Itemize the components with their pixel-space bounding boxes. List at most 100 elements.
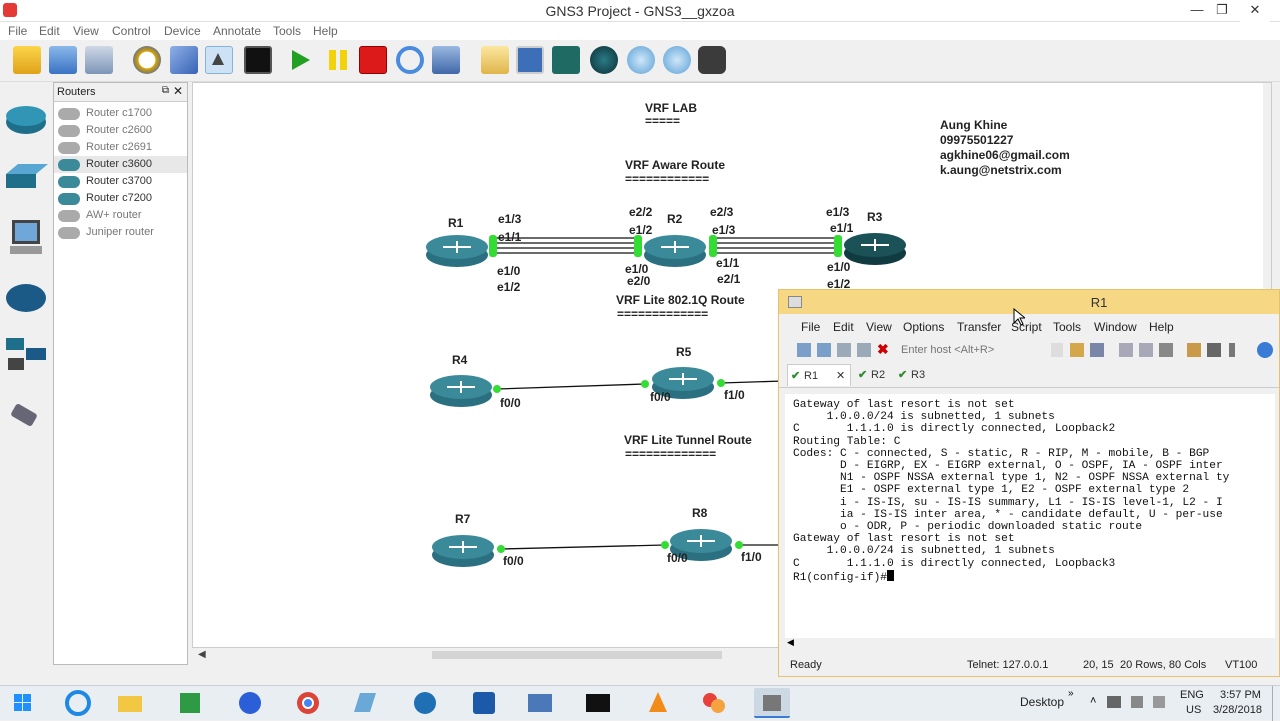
connect-tab-icon[interactable]	[837, 343, 851, 357]
language-label[interactable]: ENG	[1180, 689, 1204, 701]
gns3-task-icon[interactable]	[522, 688, 558, 718]
terminal-menu-options[interactable]: Options	[903, 320, 944, 334]
screenshot-icon[interactable]	[698, 46, 726, 74]
select-tool-icon[interactable]	[205, 46, 233, 74]
menu-tools[interactable]: Tools	[273, 24, 301, 38]
securecrt-task-icon[interactable]	[407, 688, 443, 718]
pause-icon[interactable]	[324, 46, 352, 74]
menu-control[interactable]: Control	[112, 24, 151, 38]
add-note-icon[interactable]	[481, 46, 509, 74]
terminal-horizontal-scrollbar[interactable]: ◀	[785, 637, 1275, 650]
menu-view[interactable]: View	[73, 24, 99, 38]
router-item-c3600[interactable]: Router c3600	[54, 156, 187, 173]
router-item-aw-plus[interactable]: AW+ router	[54, 207, 187, 224]
find-icon[interactable]	[1090, 343, 1104, 357]
quick-connect-icon[interactable]	[817, 343, 831, 357]
zoom-in-icon[interactable]	[627, 46, 655, 74]
menu-annotate[interactable]: Annotate	[213, 24, 261, 38]
terminal-screen[interactable]: Gateway of last resort is not set 1.0.0.…	[785, 394, 1275, 641]
reconnect-icon[interactable]	[857, 343, 871, 357]
clock-time[interactable]: 3:57 PM	[1220, 689, 1261, 701]
terminal-menu-view[interactable]: View	[866, 320, 892, 334]
canvas-horizontal-scrollbar[interactable]: ◀	[192, 648, 777, 662]
tab-r2[interactable]: ✔ R2	[855, 364, 893, 386]
end-devices-category-icon[interactable]	[4, 218, 48, 256]
disconnect-icon[interactable]: ✖	[877, 342, 892, 357]
connect-icon[interactable]	[797, 343, 811, 357]
router-r2-icon[interactable]	[643, 231, 707, 269]
router-r1-icon[interactable]	[425, 231, 489, 269]
security-devices-category-icon[interactable]	[4, 278, 48, 316]
menu-device[interactable]: Device	[164, 24, 201, 38]
maximize-button[interactable]: ❐	[1207, 0, 1237, 22]
network-icon[interactable]	[1107, 696, 1121, 708]
toolbar-expand-icon[interactable]: »	[1068, 688, 1074, 699]
menu-file[interactable]: File	[8, 24, 27, 38]
notes-icon[interactable]	[346, 688, 382, 718]
zoom-out-icon[interactable]	[663, 46, 691, 74]
tab-r3[interactable]: ✔ R3	[895, 364, 933, 386]
session-options-icon[interactable]	[1187, 343, 1201, 357]
file-explorer-icon[interactable]	[112, 688, 148, 718]
insert-picture-icon[interactable]	[516, 46, 544, 74]
chrome-icon[interactable]	[290, 688, 326, 718]
terminal-menu-transfer[interactable]: Transfer	[957, 320, 1001, 334]
putty-task-icon[interactable]	[466, 688, 502, 718]
terminal-menu-help[interactable]: Help	[1149, 320, 1174, 334]
menu-edit[interactable]: Edit	[39, 24, 60, 38]
scroll-left-icon[interactable]: ◀	[787, 637, 794, 648]
save-project-icon[interactable]	[85, 46, 113, 74]
terminal-task-icon[interactable]	[754, 688, 790, 718]
clock-date[interactable]: 3/28/2018	[1213, 704, 1262, 716]
office-task-icon[interactable]	[696, 688, 732, 718]
settings-icon[interactable]	[1207, 343, 1221, 357]
router-item-c1700[interactable]: Router c1700	[54, 105, 187, 122]
close-button[interactable]: ✕	[1240, 0, 1270, 22]
desktop-toolbar-label[interactable]: Desktop	[1020, 695, 1064, 709]
menu-help[interactable]: Help	[313, 24, 338, 38]
enter-host-input[interactable]	[897, 341, 1032, 359]
draw-ellipse-icon[interactable]	[590, 46, 618, 74]
tab-close-icon[interactable]: ✕	[836, 365, 845, 387]
switches-category-icon[interactable]	[4, 160, 48, 198]
tab-r1[interactable]: ✔ R1 ✕	[787, 364, 851, 386]
log-icon[interactable]	[1139, 343, 1153, 357]
virtualbox-icon[interactable]	[432, 46, 460, 74]
all-devices-category-icon[interactable]	[4, 334, 48, 372]
volume-icon[interactable]	[1131, 696, 1143, 708]
region-label[interactable]: US	[1186, 704, 1201, 716]
snapshot-icon[interactable]	[133, 46, 161, 74]
router-item-c2691[interactable]: Router c2691	[54, 139, 187, 156]
router-item-juniper[interactable]: Juniper router	[54, 224, 187, 241]
paste-icon[interactable]	[1070, 343, 1084, 357]
reload-icon[interactable]	[396, 46, 424, 74]
router-r4-icon[interactable]	[429, 371, 493, 409]
scroll-left-icon[interactable]: ◀	[198, 649, 206, 660]
print-icon[interactable]	[1119, 343, 1133, 357]
draw-rectangle-icon[interactable]	[552, 46, 580, 74]
router-item-c2600[interactable]: Router c2600	[54, 122, 187, 139]
router-item-c7200[interactable]: Router c7200	[54, 190, 187, 207]
cmd-task-icon[interactable]	[580, 688, 616, 718]
store-icon[interactable]	[172, 688, 208, 718]
help-icon[interactable]	[1257, 342, 1273, 358]
start-all-icon[interactable]	[170, 46, 198, 74]
start-button-icon[interactable]	[4, 688, 40, 718]
show-desktop-button[interactable]	[1272, 686, 1280, 721]
internet-explorer-icon[interactable]	[60, 688, 96, 718]
keymap-icon[interactable]	[1229, 343, 1235, 357]
router-r7-icon[interactable]	[431, 531, 495, 569]
panel-close-icon[interactable]: ✕	[173, 84, 183, 98]
tray-chevron-icon[interactable]: ˄	[1090, 695, 1096, 707]
vlc-task-icon[interactable]	[640, 688, 676, 718]
firefox-icon[interactable]	[232, 688, 268, 718]
scroll-thumb[interactable]	[432, 651, 722, 659]
new-project-icon[interactable]	[13, 46, 41, 74]
stop-icon[interactable]	[359, 46, 387, 74]
terminal-menu-window[interactable]: Window	[1094, 320, 1137, 334]
router-item-c3700[interactable]: Router c3700	[54, 173, 187, 190]
terminal-title-bar[interactable]: R1	[779, 290, 1279, 314]
play-icon[interactable]	[286, 46, 314, 74]
copy-icon[interactable]	[1051, 343, 1063, 357]
terminal-menu-tools[interactable]: Tools	[1053, 320, 1081, 334]
